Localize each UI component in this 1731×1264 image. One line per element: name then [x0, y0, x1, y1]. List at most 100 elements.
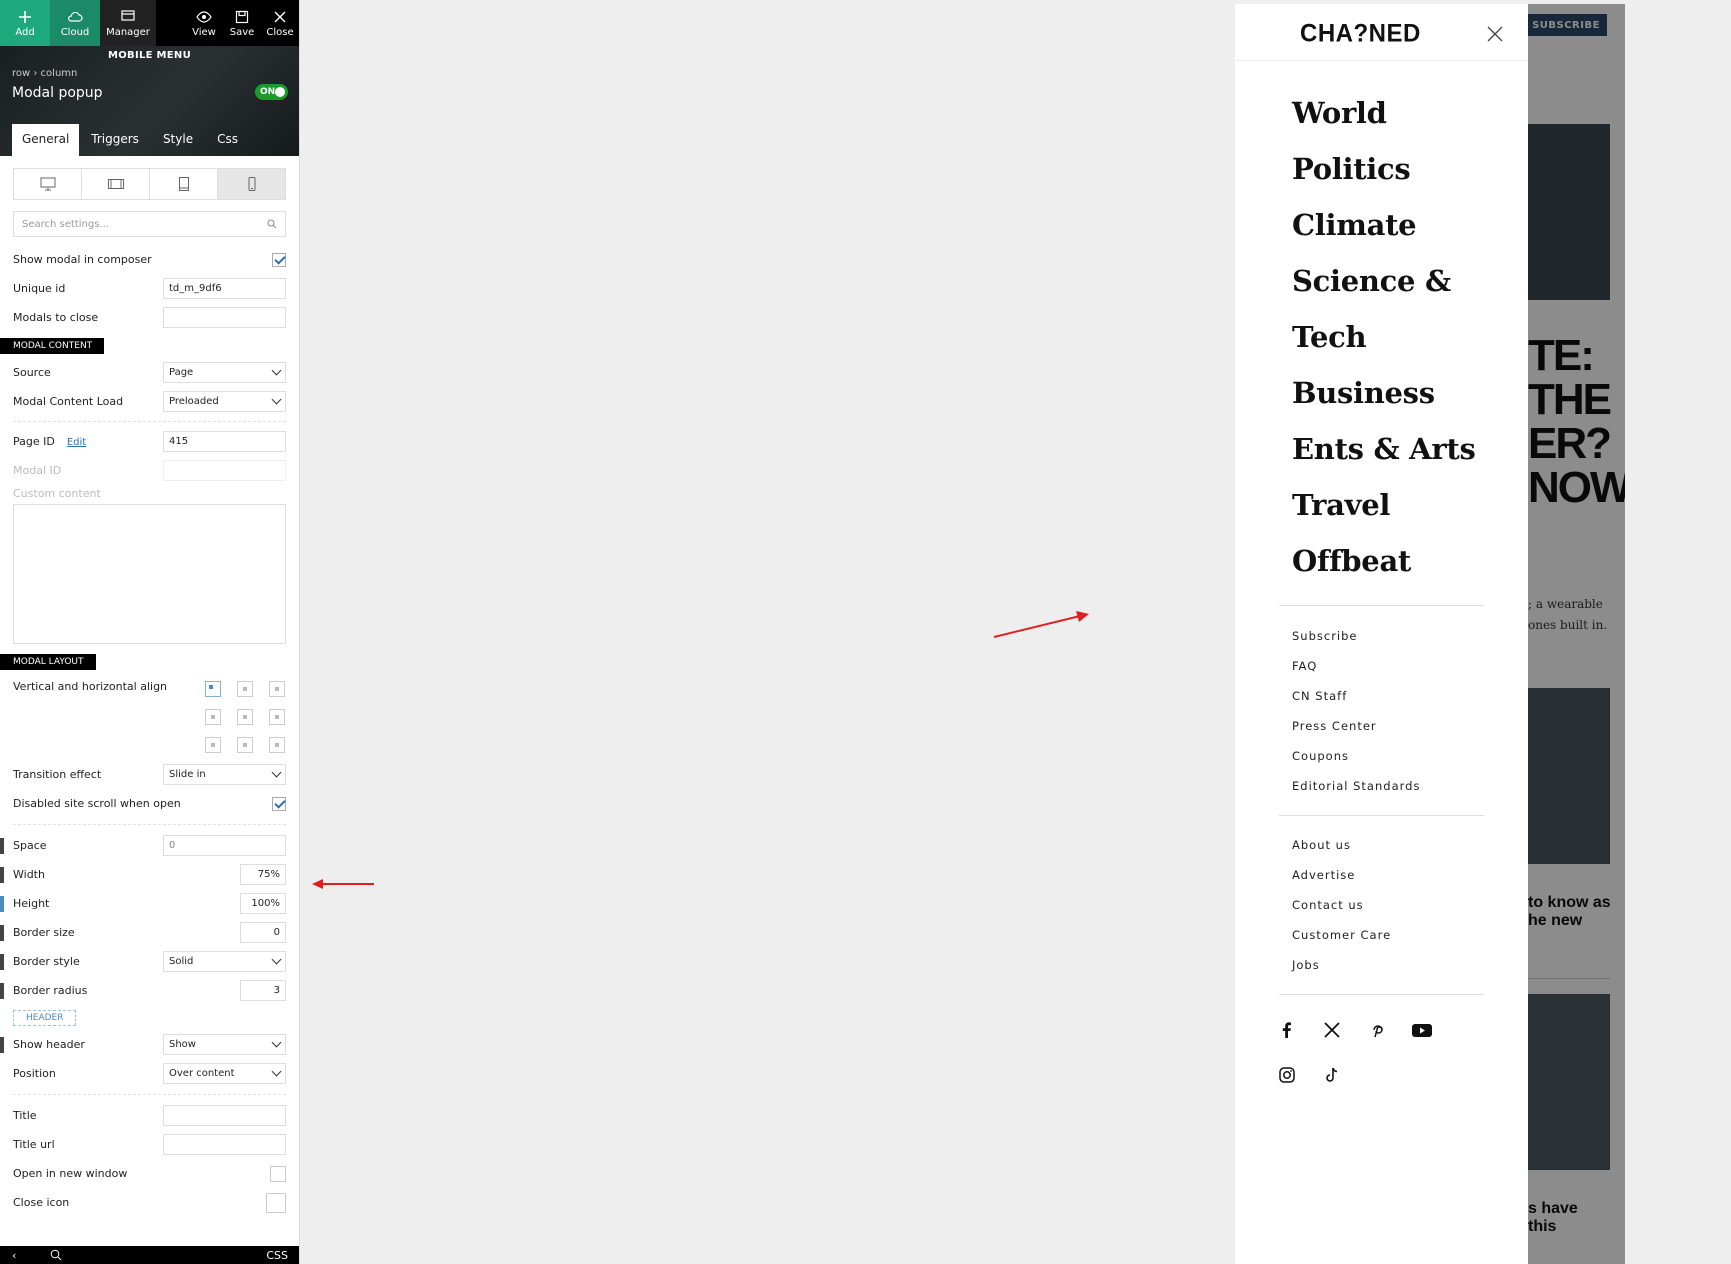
search-input[interactable]: Search settings...	[22, 219, 109, 230]
cloud-icon	[68, 11, 83, 22]
link-faq[interactable]: FAQ	[1292, 659, 1317, 673]
pinterest-icon[interactable]	[1368, 1021, 1386, 1039]
youtube-icon[interactable]	[1411, 1021, 1433, 1039]
disable-scroll-checkbox[interactable]	[272, 796, 286, 811]
responsive-marker	[0, 983, 4, 999]
content-load-value: Preloaded	[169, 396, 219, 407]
align-bottom-center[interactable]	[237, 737, 253, 753]
content-load-row: Modal Content Load Preloaded	[13, 387, 286, 416]
align-top-center[interactable]	[237, 681, 253, 697]
facebook-icon[interactable]	[1278, 1021, 1296, 1039]
css-button[interactable]: CSS	[266, 1249, 288, 1262]
divider	[13, 421, 286, 422]
view-button[interactable]: View	[185, 0, 223, 46]
link-press-center[interactable]: Press Center	[1292, 719, 1377, 733]
site-logo[interactable]: CHA?NED	[1300, 19, 1421, 48]
border-radius-input[interactable]: 3	[240, 980, 286, 1001]
new-window-checkbox[interactable]	[270, 1165, 286, 1182]
menu-item-climate[interactable]: Climate	[1292, 208, 1417, 242]
cloud-button[interactable]: Cloud	[50, 0, 100, 46]
border-size-input[interactable]: 0	[240, 922, 286, 943]
add-label: Add	[15, 26, 35, 38]
close-icon-picker[interactable]	[266, 1192, 286, 1213]
transition-select[interactable]: Slide in	[163, 764, 286, 785]
align-bottom-left[interactable]	[205, 737, 221, 753]
tab-general[interactable]: General	[12, 124, 80, 156]
back-icon[interactable]: ‹	[12, 1249, 16, 1262]
search-icon[interactable]	[50, 1249, 62, 1261]
save-button[interactable]: Save	[223, 0, 261, 46]
position-select[interactable]: Over content	[163, 1063, 286, 1084]
show-modal-row: Show modal in composer	[13, 245, 286, 274]
menu-item-politics[interactable]: Politics	[1292, 152, 1411, 186]
manager-label: Manager	[106, 26, 150, 38]
page-id-input[interactable]: 415	[163, 431, 286, 452]
manager-icon	[121, 9, 135, 21]
device-tablet-landscape[interactable]	[82, 169, 150, 199]
divider	[13, 824, 286, 825]
device-desktop[interactable]	[14, 169, 82, 199]
menu-item-world[interactable]: World	[1292, 96, 1387, 130]
link-advertise[interactable]: Advertise	[1292, 868, 1355, 882]
settings-search[interactable]: Search settings...	[13, 211, 286, 237]
width-input[interactable]: 75%	[240, 864, 286, 885]
close-icon[interactable]	[1487, 26, 1503, 42]
border-style-select[interactable]: Solid	[163, 951, 286, 972]
modal-id-row: Modal ID	[13, 456, 286, 485]
divider	[1279, 994, 1484, 995]
show-modal-checkbox[interactable]	[272, 252, 286, 267]
tab-triggers[interactable]: Triggers	[79, 124, 151, 156]
content-load-select[interactable]: Preloaded	[163, 391, 286, 412]
align-bottom-right[interactable]	[269, 737, 285, 753]
link-coupons[interactable]: Coupons	[1292, 749, 1349, 763]
device-tablet-portrait[interactable]	[150, 169, 218, 199]
tab-css[interactable]: Css	[205, 124, 250, 156]
manager-button[interactable]: Manager	[100, 0, 156, 46]
composer-bottom-bar: ‹ CSS	[0, 1246, 299, 1264]
unique-id-input[interactable]: td_m_9df6	[163, 278, 286, 299]
menu-item-travel[interactable]: Travel	[1292, 488, 1390, 522]
device-phone[interactable]	[218, 169, 285, 199]
align-middle-left[interactable]	[205, 709, 221, 725]
link-subscribe[interactable]: Subscribe	[1292, 629, 1358, 643]
link-about-us[interactable]: About us	[1292, 838, 1351, 852]
border-style-label: Border style	[13, 955, 80, 968]
link-jobs[interactable]: Jobs	[1292, 958, 1320, 972]
responsive-marker	[0, 867, 4, 883]
menu-item-science[interactable]: Science &	[1292, 264, 1451, 298]
close-button[interactable]: Close	[261, 0, 299, 46]
modal-id-input	[163, 460, 286, 481]
height-input[interactable]: 100%	[240, 893, 286, 914]
link-customer-care[interactable]: Customer Care	[1292, 928, 1391, 942]
link-contact-us[interactable]: Contact us	[1292, 898, 1364, 912]
settings-tabs: General Triggers Style Css	[0, 124, 250, 156]
breadcrumb[interactable]: row › column	[12, 68, 77, 79]
space-input[interactable]: 0	[163, 835, 286, 856]
align-middle-right[interactable]	[269, 709, 285, 725]
tiktok-icon[interactable]	[1323, 1066, 1341, 1084]
custom-content-textarea[interactable]	[13, 504, 286, 644]
tab-style[interactable]: Style	[151, 124, 205, 156]
modals-to-close-label: Modals to close	[13, 311, 99, 324]
add-button[interactable]: Add	[0, 0, 50, 46]
space-row: Space 0	[0, 831, 286, 860]
modals-to-close-input[interactable]	[163, 307, 286, 328]
link-editorial-standards[interactable]: Editorial Standards	[1292, 779, 1420, 793]
title-url-input[interactable]	[163, 1134, 286, 1155]
align-top-left[interactable]	[205, 681, 221, 697]
menu-item-ents-arts[interactable]: Ents & Arts	[1292, 432, 1476, 466]
menu-item-offbeat[interactable]: Offbeat	[1292, 544, 1411, 578]
align-middle-center[interactable]	[237, 709, 253, 725]
on-toggle[interactable]: ON	[255, 84, 288, 100]
source-select[interactable]: Page	[163, 362, 286, 383]
align-top-right[interactable]	[269, 681, 285, 697]
menu-item-tech[interactable]: Tech	[1292, 320, 1367, 354]
x-icon[interactable]	[1323, 1021, 1341, 1039]
page-id-edit-link[interactable]: Edit	[67, 437, 86, 448]
instagram-icon[interactable]	[1278, 1066, 1296, 1084]
show-header-select[interactable]: Show	[163, 1034, 286, 1055]
menu-item-business[interactable]: Business	[1292, 376, 1435, 410]
tablet-portrait-icon	[178, 177, 189, 191]
title-input[interactable]	[163, 1105, 286, 1126]
link-cn-staff[interactable]: CN Staff	[1292, 689, 1347, 703]
